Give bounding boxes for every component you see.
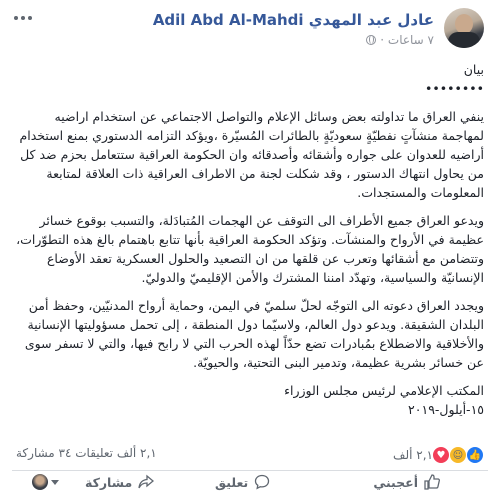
post-header: عادل عبد المهدي Adil Abd Al-Mahdi ٧ ساعا… [0,0,500,58]
like-icon: 👍 [466,446,484,464]
post-signature: المكتب الإعلامي لرئيس مجلس الوزراء [284,383,484,398]
post-meta: ٧ ساعات · [366,33,434,47]
page-name-link[interactable]: عادل عبد المهدي Adil Abd Al-Mahdi [153,11,434,29]
action-bar: أعجبني تعليق مشاركة [0,474,500,504]
more-options-icon[interactable] [14,16,34,26]
engagement-stats: ٢,١ ألف ♥ ☺ 👍 ٢,١ ألف تعليقات ٣٤ مشاركة [16,445,484,467]
timestamp-link[interactable]: ٧ ساعات · [380,33,434,47]
haha-icon: ☺ [449,446,467,464]
post-paragraph: ويجدد العراق دعوته الى التوجّه لحلّ سلمي… [24,298,484,370]
facebook-post: عادل عبد المهدي Adil Abd Al-Mahdi ٧ ساعا… [0,0,500,490]
post-paragraph: •••••••• [425,81,484,96]
reactions-count[interactable]: ٢,١ ألف [393,448,433,462]
avatar[interactable] [444,8,484,48]
share-label: مشاركة [85,474,133,490]
post-date: ١٥-أيلول-٢٠١٩ [408,402,484,417]
post-paragraph: بيان [463,62,484,77]
love-icon: ♥ [432,446,450,464]
globe-icon [366,35,377,45]
post-paragraph: ويدعو العراق جميع الأطراف الى التوقف عن … [16,213,484,285]
divider [12,470,488,471]
post-text: بيان •••••••• ينفي العراق ما تداولته بعض… [16,60,484,419]
post-paragraph: ينفي العراق ما تداولته بعض وسائل الإعلام… [19,109,484,200]
comment-label: تعليق [215,474,249,490]
reactions-summary[interactable]: ٢,١ ألف ♥ ☺ 👍 [387,446,484,464]
chevron-down-icon [51,479,59,485]
like-label: أعجبني [373,474,418,490]
comments-shares-count[interactable]: ٢,١ ألف تعليقات ٣٤ مشاركة [16,446,157,460]
